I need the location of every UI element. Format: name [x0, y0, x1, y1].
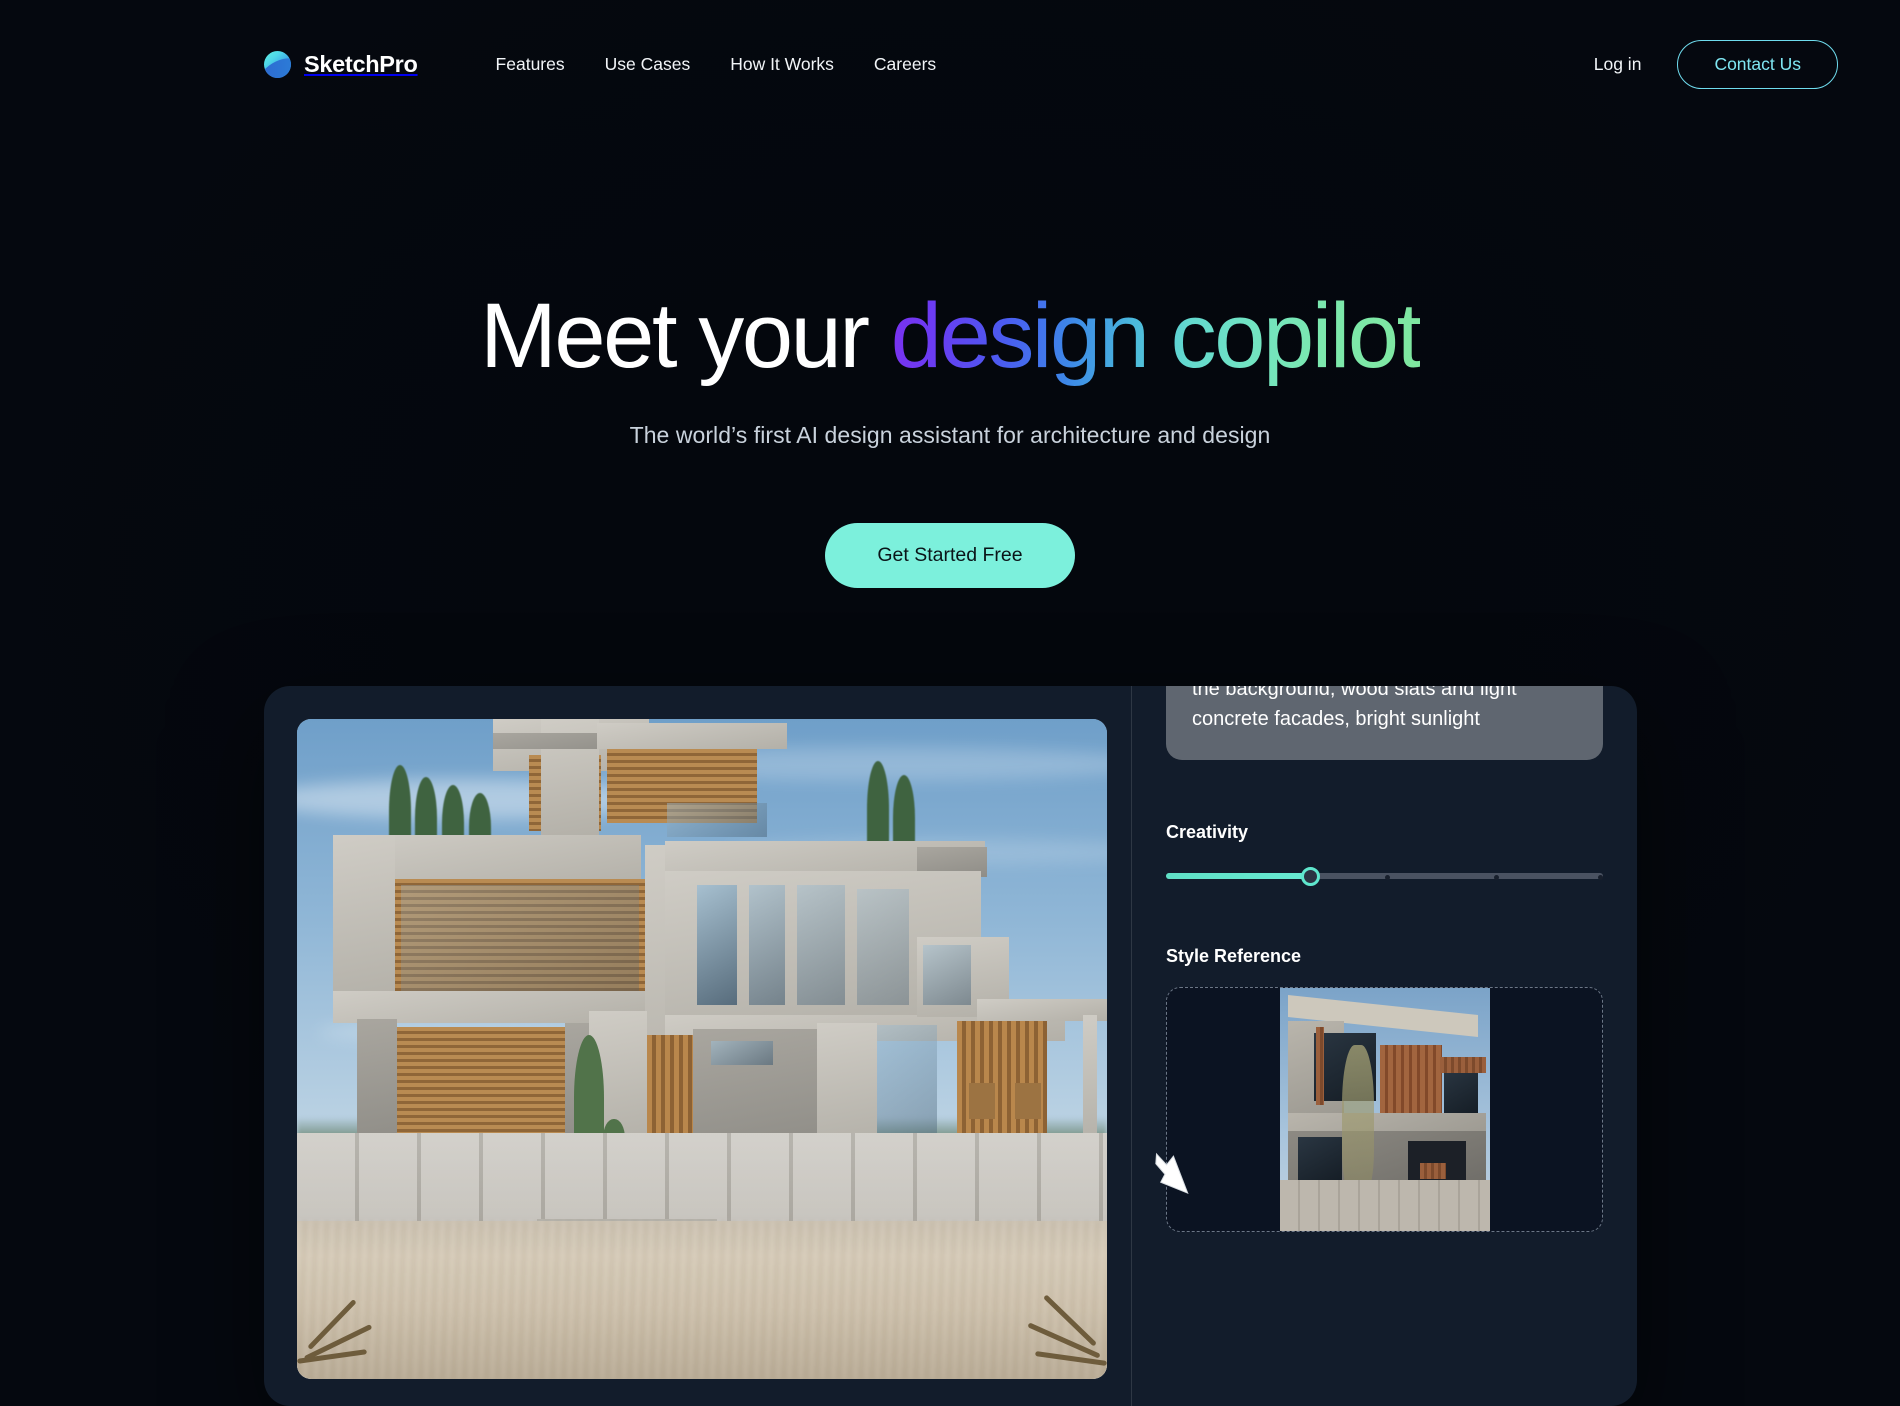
hero-subheadline: The world’s first AI design assistant fo… — [629, 421, 1271, 448]
top-navigation-bar: SketchPro Features Use Cases How It Work… — [0, 0, 1900, 128]
sketchpro-sphere-icon — [264, 50, 291, 78]
hero-cta-wrapper: Get Started Free — [0, 522, 1900, 588]
plaza-paving — [297, 1133, 1107, 1229]
app-mockup-window: the background, wood slats and light con… — [264, 686, 1637, 1406]
thumb-window — [1443, 1069, 1478, 1117]
prompt-textarea[interactable]: the background, wood slats and light con… — [1166, 686, 1603, 760]
creativity-slider[interactable] — [1166, 867, 1603, 886]
foreground-paving — [297, 1221, 1107, 1379]
roof-slab — [597, 723, 787, 749]
controls-pane: the background, wood slats and light con… — [1132, 686, 1637, 1406]
window-glass — [877, 1025, 937, 1145]
headline-plain-text: Meet your — [480, 285, 891, 387]
style-reference-label: Style Reference — [1166, 946, 1302, 966]
patio-chair — [969, 1083, 995, 1119]
login-link[interactable]: Log in — [1588, 46, 1648, 83]
brand-name: SketchPro — [304, 50, 418, 77]
style-reference-control: Style Reference — [1166, 946, 1603, 1232]
concrete-column — [817, 1023, 877, 1147]
glass-railing — [667, 803, 767, 837]
get-started-free-button[interactable]: Get Started Free — [825, 522, 1075, 588]
contact-us-button[interactable]: Contact Us — [1677, 39, 1838, 89]
window-glass — [857, 889, 909, 1005]
page-title: Meet your design copilot — [0, 285, 1900, 387]
slider-fill — [1166, 873, 1311, 879]
thumb-wood-trim — [1439, 1057, 1486, 1073]
window-glass — [711, 1041, 773, 1065]
creativity-label: Creativity — [1166, 822, 1249, 842]
nav-item-features[interactable]: Features — [476, 46, 585, 83]
thumb-tree — [1341, 1045, 1374, 1195]
wood-panel — [647, 1035, 693, 1145]
nav-item-how-it-works[interactable]: How It Works — [710, 46, 854, 83]
prompt-line-clipped: the background, wood slats and light — [1192, 686, 1517, 700]
slider-tick — [1598, 874, 1603, 880]
thumb-wood-trim — [1315, 1027, 1324, 1105]
slider-thumb[interactable] — [1300, 867, 1320, 886]
canopy-column — [1083, 1015, 1097, 1149]
style-reference-thumbnail[interactable] — [1279, 988, 1490, 1231]
window-glass — [401, 885, 639, 993]
concrete-wall — [333, 835, 395, 1005]
style-reference-dropzone[interactable] — [1166, 987, 1603, 1232]
nav-right-group: Log in Contact Us — [1588, 39, 1838, 89]
thumb-ground — [1279, 1180, 1490, 1231]
window-glass — [923, 945, 971, 1005]
slider-tick — [1493, 874, 1499, 880]
window-glass — [697, 885, 737, 1005]
nav-links: Features Use Cases How It Works Careers — [476, 46, 957, 83]
generated-render-image[interactable] — [297, 719, 1107, 1379]
thumb-wood-panel — [1379, 1045, 1442, 1121]
garage-door — [395, 1027, 565, 1137]
render-pane — [264, 686, 1131, 1406]
nav-item-use-cases[interactable]: Use Cases — [585, 46, 711, 83]
concrete-wall — [357, 1019, 397, 1145]
slider-tick — [1384, 874, 1390, 880]
window-glass — [797, 885, 845, 1005]
patio-chair — [1015, 1083, 1041, 1119]
thumb-wood-bench — [1419, 1163, 1446, 1179]
thumb-window — [1297, 1137, 1342, 1185]
headline-gradient-text: design copilot — [890, 285, 1422, 387]
window-glass — [749, 885, 785, 1005]
prompt-line: concrete facades, bright sunlight — [1192, 708, 1480, 730]
brand-logo[interactable]: SketchPro — [264, 50, 418, 78]
nav-item-careers[interactable]: Careers — [854, 46, 956, 83]
creativity-control: Creativity — [1166, 822, 1603, 886]
